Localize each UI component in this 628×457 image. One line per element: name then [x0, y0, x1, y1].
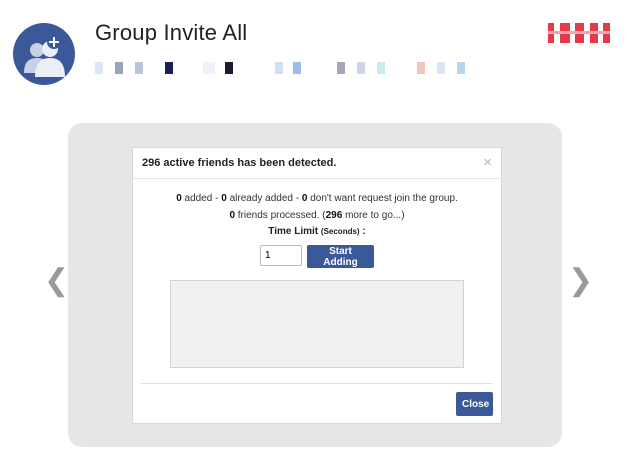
group-add-icon [13, 23, 75, 85]
app-header: Group Invite All [0, 0, 628, 100]
remaining-label: more to go...) [342, 210, 405, 221]
time-limit-unit: (Seconds) [320, 227, 360, 236]
already-added-label: already added - [226, 193, 302, 204]
progress-line: 0 friends processed. (296 more to go...) [133, 210, 501, 221]
progress-log[interactable] [170, 280, 464, 368]
time-limit-suffix: : [362, 226, 366, 237]
dont-want-label: don't want request join the group. [307, 193, 458, 204]
dialog-header: 296 active friends has been detected. × [133, 148, 501, 179]
close-button[interactable]: Close [456, 392, 493, 416]
chevron-left-icon[interactable]: ❮ [44, 266, 69, 296]
invite-dialog: 296 active friends has been detected. × … [132, 147, 502, 424]
time-limit-text: Time Limit [268, 226, 319, 237]
added-label: added - [181, 193, 222, 204]
dialog-title: 296 active friends has been detected. [142, 157, 337, 169]
chevron-right-icon[interactable]: ❯ [568, 266, 593, 296]
remaining-count: 296 [325, 210, 343, 221]
footer-divider [141, 383, 493, 384]
promo-badge-icon [548, 17, 610, 51]
invite-stats: 0 added - 0 already added - 0 don't want… [133, 193, 501, 204]
close-icon[interactable]: × [483, 154, 492, 171]
time-limit-label: Time Limit (Seconds) : [133, 226, 501, 237]
time-limit-input[interactable] [260, 245, 302, 266]
redacted-subtitle [95, 62, 495, 74]
app-title: Group Invite All [95, 20, 248, 45]
processed-label: friends processed. ( [235, 210, 326, 221]
start-adding-button[interactable]: Start Adding [307, 245, 374, 268]
